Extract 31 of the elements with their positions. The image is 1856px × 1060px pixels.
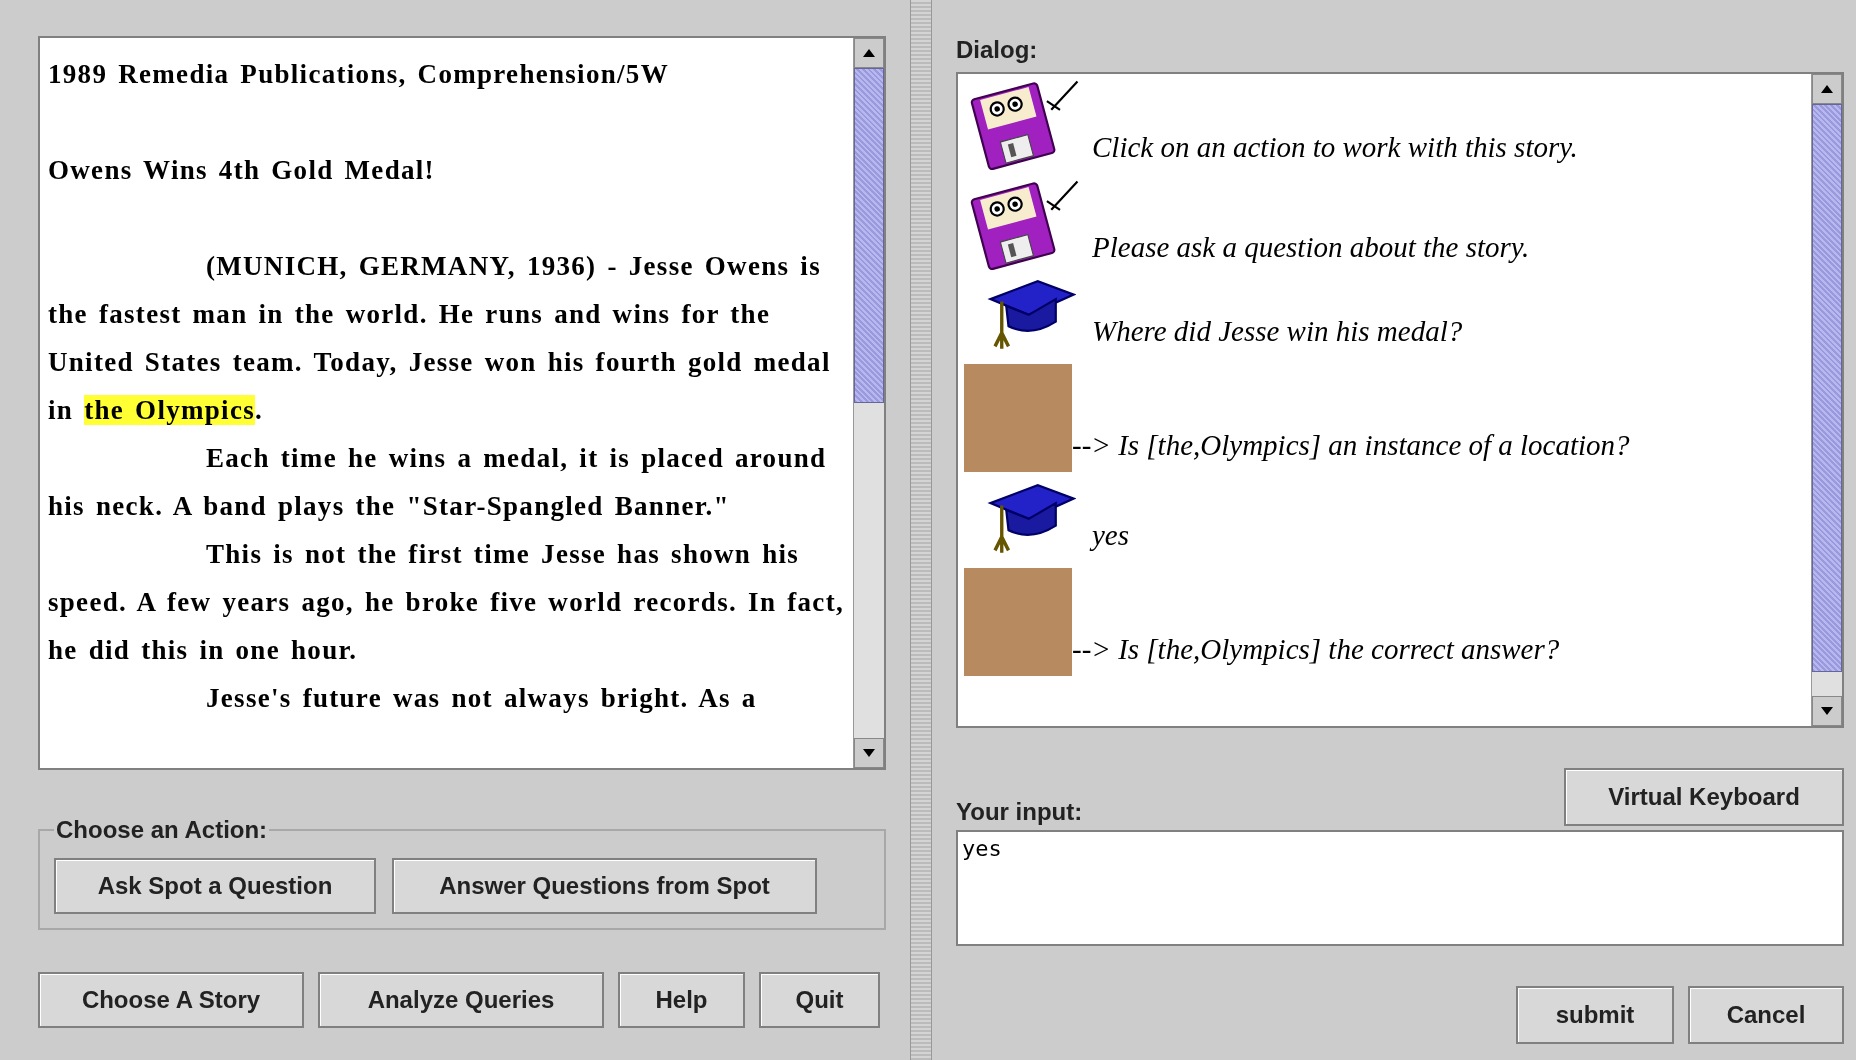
action-group-title: Choose an Action: — [55, 816, 269, 844]
action-button[interactable]: Answer Questions from Spot — [392, 858, 817, 914]
dialog-button[interactable]: Cancel — [1688, 986, 1844, 1044]
dialog-message: Where did Jesse win his medal? — [1091, 315, 1463, 349]
scroll-down-icon — [1821, 707, 1833, 715]
toolbar-button[interactable]: Analyze Queries — [318, 972, 604, 1028]
scroll-down-icon — [863, 749, 875, 757]
story-paragraph: Jesse's future was not always bright. As a — [205, 682, 758, 715]
action-button[interactable]: Ask Spot a Question — [54, 858, 376, 914]
dialog-message: --> Is [the,Olympics] the correct answer? — [1072, 633, 1560, 667]
story-paragraph: This is not the first time Jesse has shown his speed. A few years ago, he broke five world records. In fact, he did this in one hour. — [48, 538, 845, 667]
scroll-up-icon — [1821, 85, 1833, 93]
dialog-message: yes — [1084, 519, 1130, 562]
toolbar-button[interactable]: Help — [618, 972, 745, 1028]
toolbar-button[interactable]: Quit — [759, 972, 880, 1028]
dialog-button[interactable]: submit — [1516, 986, 1674, 1044]
dialog-message: Click on an action to work with this story. — [1091, 131, 1578, 165]
scroll-up-icon — [863, 49, 875, 57]
dialog-message: Please ask a question about the story. — [1091, 231, 1530, 265]
story-headline: Owens Wins 4th Gold Medal! — [48, 154, 436, 187]
story-paragraph: Each time he wins a medal, it is placed around his neck. A band plays the "Star-Spangled Banner." — [48, 442, 828, 523]
dialog-message: --> Is [the,Olympics] an instance of a location? — [1072, 429, 1630, 463]
scrollbar[interactable] — [853, 38, 884, 768]
dialog-label: Dialog: — [956, 36, 1039, 64]
story-source: 1989 Remedia Publications, Comprehension/5W — [48, 58, 670, 91]
input-label: Your input: — [956, 798, 1083, 826]
toolbar-button[interactable]: Choose A Story — [38, 972, 304, 1028]
scrollbar[interactable] — [1811, 74, 1842, 726]
virtual-keyboard-button[interactable]: Virtual Keyboard — [1564, 768, 1844, 826]
input-field[interactable]: yes — [956, 830, 1844, 946]
story-paragraph: (MUNICH, GERMANY, 1936) - Jesse Owens is the fastest man in the world. He runs and wins for the United States team. Today, Jesse won his fourth gold medal in the Olympics. — [48, 250, 832, 427]
